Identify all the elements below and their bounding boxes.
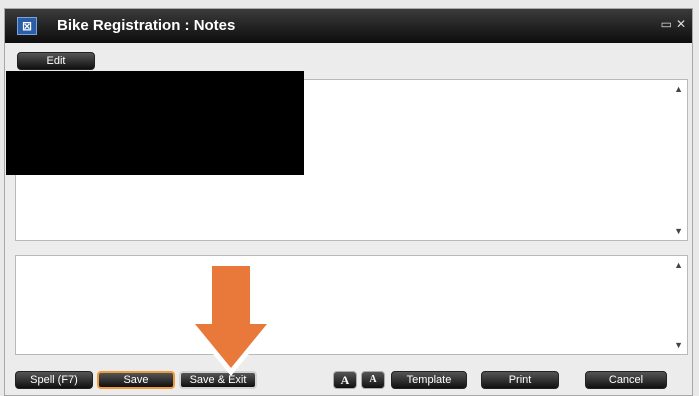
- window-title: Bike Registration : Notes: [57, 17, 236, 34]
- font-increase-button[interactable]: A: [333, 371, 357, 389]
- save-button[interactable]: Save: [97, 371, 175, 389]
- edit-button[interactable]: Edit: [17, 52, 95, 70]
- scroll-up-icon[interactable]: ▲: [674, 84, 683, 94]
- font-decrease-button[interactable]: A: [361, 371, 385, 389]
- print-button[interactable]: Print: [481, 371, 559, 389]
- annotation-arrow-shaft: [212, 266, 250, 326]
- cancel-button[interactable]: Cancel: [585, 371, 667, 389]
- title-bar: ⊠ Bike Registration : Notes ▭ ✕: [5, 9, 692, 43]
- new-note-input[interactable]: ▲ ▼: [15, 255, 688, 355]
- restore-icon[interactable]: ▭: [661, 17, 672, 31]
- scroll-down-icon[interactable]: ▼: [674, 340, 683, 350]
- scroll-down-icon[interactable]: ▼: [674, 226, 683, 236]
- redaction-block: [6, 71, 304, 175]
- notes-window: ⊠ Bike Registration : Notes ▭ ✕ Edit ▲ ▼…: [4, 8, 693, 396]
- notes-window-icon: ⊠: [17, 17, 37, 35]
- annotation-arrow-icon: [195, 324, 267, 368]
- template-button[interactable]: Template: [391, 371, 467, 389]
- scroll-up-icon[interactable]: ▲: [674, 260, 683, 270]
- spell-check-button[interactable]: Spell (F7): [15, 371, 93, 389]
- close-icon[interactable]: ✕: [676, 17, 686, 31]
